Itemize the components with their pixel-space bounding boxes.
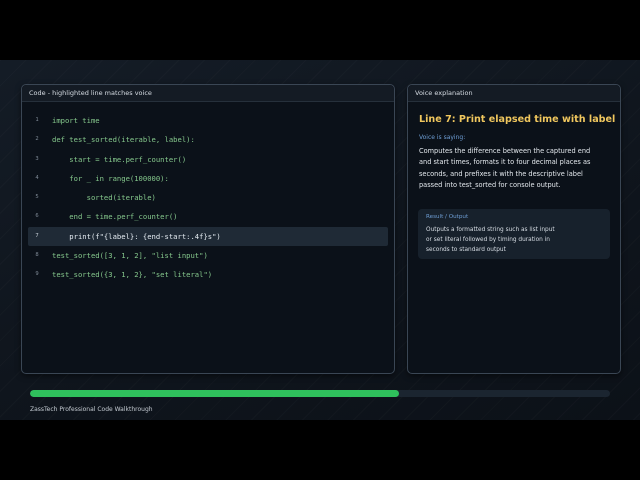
line-number: 5	[35, 194, 39, 201]
code-text: test_sorted([3, 1, 2], "list input")	[52, 251, 208, 261]
code-line: 3 start = time.perf_counter()	[28, 150, 388, 169]
line-number: 2	[35, 136, 39, 143]
video-stage: Code - highlighted line matches voice 1 i…	[0, 60, 640, 420]
code-text: for _ in range(100000):	[52, 173, 169, 183]
voice-saying-text: Computes the difference between the capt…	[419, 147, 591, 189]
line-number: 7	[35, 232, 39, 239]
code-listing: 1 import time 2 def test_sorted(iterable, l…	[28, 111, 388, 285]
playback-progress-bar[interactable]	[30, 390, 610, 397]
code-line: 9 test_sorted({3, 1, 2}, "set literal")	[28, 265, 388, 284]
code-line: 2 def test_sorted(iterable, label):	[28, 130, 388, 149]
voice-saying-label: Voice is saying:	[419, 134, 466, 141]
line-number: 4	[35, 174, 39, 181]
code-panel: Code - highlighted line matches voice 1 i…	[21, 84, 395, 374]
line-number: 6	[35, 213, 39, 220]
result-output-box: Result / Output Outputs a formatted stri…	[418, 209, 610, 259]
code-line-highlighted: 7 print(f"{label}: {end-start:.4f}s")	[28, 226, 388, 247]
code-text: sorted(iterable)	[52, 193, 156, 203]
code-text: import time	[52, 116, 100, 125]
code-text: end = time.perf_counter()	[52, 212, 178, 222]
voice-panel-header: Voice explanation	[408, 85, 620, 102]
line-number: 9	[35, 271, 39, 278]
code-text: start = time.perf_counter()	[52, 154, 187, 164]
line-number: 3	[35, 155, 39, 162]
code-line: 1 import time	[28, 111, 388, 130]
code-line: 5 sorted(iterable)	[28, 188, 388, 207]
voice-explanation-panel: Voice explanation Line 7: Print elapsed …	[407, 84, 621, 374]
footer-brand-text: ZassTech Professional Code Walkthrough	[30, 406, 153, 413]
result-output-text: Outputs a formatted string such as list …	[426, 227, 555, 254]
line-number: 8	[35, 252, 39, 259]
code-text: def test_sorted(iterable, label):	[52, 135, 195, 145]
line-number: 1	[35, 117, 39, 123]
playback-progress-fill	[30, 390, 400, 397]
result-output-label: Result / Output	[426, 214, 469, 220]
code-line: 6 end = time.perf_counter()	[28, 207, 388, 226]
code-line: 8 test_sorted([3, 1, 2], "list input")	[28, 246, 388, 265]
code-text: test_sorted({3, 1, 2}, "set literal")	[52, 270, 213, 280]
explanation-title: Line 7: Print elapsed time with label	[419, 114, 616, 125]
code-panel-header: Code - highlighted line matches voice	[22, 85, 394, 102]
code-line: 4 for _ in range(100000):	[28, 169, 388, 188]
code-text: print(f"{label}: {end-start:.4f}s")	[52, 231, 221, 241]
